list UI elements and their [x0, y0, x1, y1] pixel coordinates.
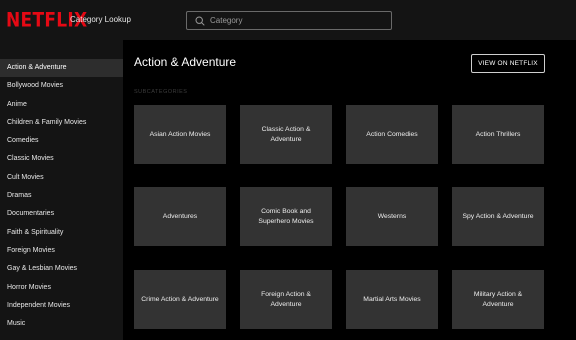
view-on-netflix-button[interactable]: VIEW ON NETFLIX [471, 54, 545, 73]
tile-classic-action-adventure[interactable]: Classic Action & Adventure [240, 105, 332, 164]
sidebar-item-children-family[interactable]: Children & Family Movies [0, 114, 123, 132]
main-content: Action & Adventure VIEW ON NETFLIX SUBCA… [123, 40, 576, 340]
app-title: Category Lookup [70, 15, 131, 24]
sidebar-item-anime[interactable]: Anime [0, 96, 123, 114]
top-bar: NETFLIX Category Lookup [0, 0, 576, 40]
sidebar-item-gay-lesbian[interactable]: Gay & Lesbian Movies [0, 260, 123, 278]
sidebar-item-action-adventure[interactable]: Action & Adventure [0, 59, 123, 78]
sidebar-item-independent-movies[interactable]: Independent Movies [0, 297, 123, 315]
sidebar-item-foreign-movies[interactable]: Foreign Movies [0, 242, 123, 260]
tile-foreign-action-adventure[interactable]: Foreign Action & Adventure [240, 270, 332, 329]
tile-spy-action-adventure[interactable]: Spy Action & Adventure [452, 187, 544, 246]
tile-crime-action-adventure[interactable]: Crime Action & Adventure [134, 270, 226, 329]
search-box[interactable] [186, 11, 392, 30]
page-title: Action & Adventure [134, 55, 237, 69]
search-icon [195, 15, 205, 26]
category-list: Action & Adventure Bollywood Movies Anim… [0, 40, 123, 333]
sidebar-item-cult-movies[interactable]: Cult Movies [0, 169, 123, 187]
sidebar-item-documentaries[interactable]: Documentaries [0, 205, 123, 223]
sidebar-item-classic-movies[interactable]: Classic Movies [0, 150, 123, 168]
tile-comic-book-superhero[interactable]: Comic Book and Superhero Movies [240, 187, 332, 246]
tile-martial-arts-movies[interactable]: Martial Arts Movies [346, 270, 438, 329]
sidebar-item-music[interactable]: Music [0, 315, 123, 333]
search-input[interactable] [210, 16, 380, 25]
sidebar-item-faith-spirituality[interactable]: Faith & Spirituality [0, 224, 123, 242]
tile-adventures[interactable]: Adventures [134, 187, 226, 246]
sidebar: Action & Adventure Bollywood Movies Anim… [0, 40, 123, 340]
tile-westerns[interactable]: Westerns [346, 187, 438, 246]
tile-asian-action-movies[interactable]: Asian Action Movies [134, 105, 226, 164]
sidebar-item-dramas[interactable]: Dramas [0, 187, 123, 205]
tile-military-action-adventure[interactable]: Military Action & Adventure [452, 270, 544, 329]
tile-action-comedies[interactable]: Action Comedies [346, 105, 438, 164]
tile-action-thrillers[interactable]: Action Thrillers [452, 105, 544, 164]
sidebar-item-comedies[interactable]: Comedies [0, 132, 123, 150]
subcategories-heading: SUBCATEGORIES [134, 89, 188, 95]
sidebar-item-horror-movies[interactable]: Horror Movies [0, 279, 123, 297]
sidebar-item-bollywood-movies[interactable]: Bollywood Movies [0, 77, 123, 95]
